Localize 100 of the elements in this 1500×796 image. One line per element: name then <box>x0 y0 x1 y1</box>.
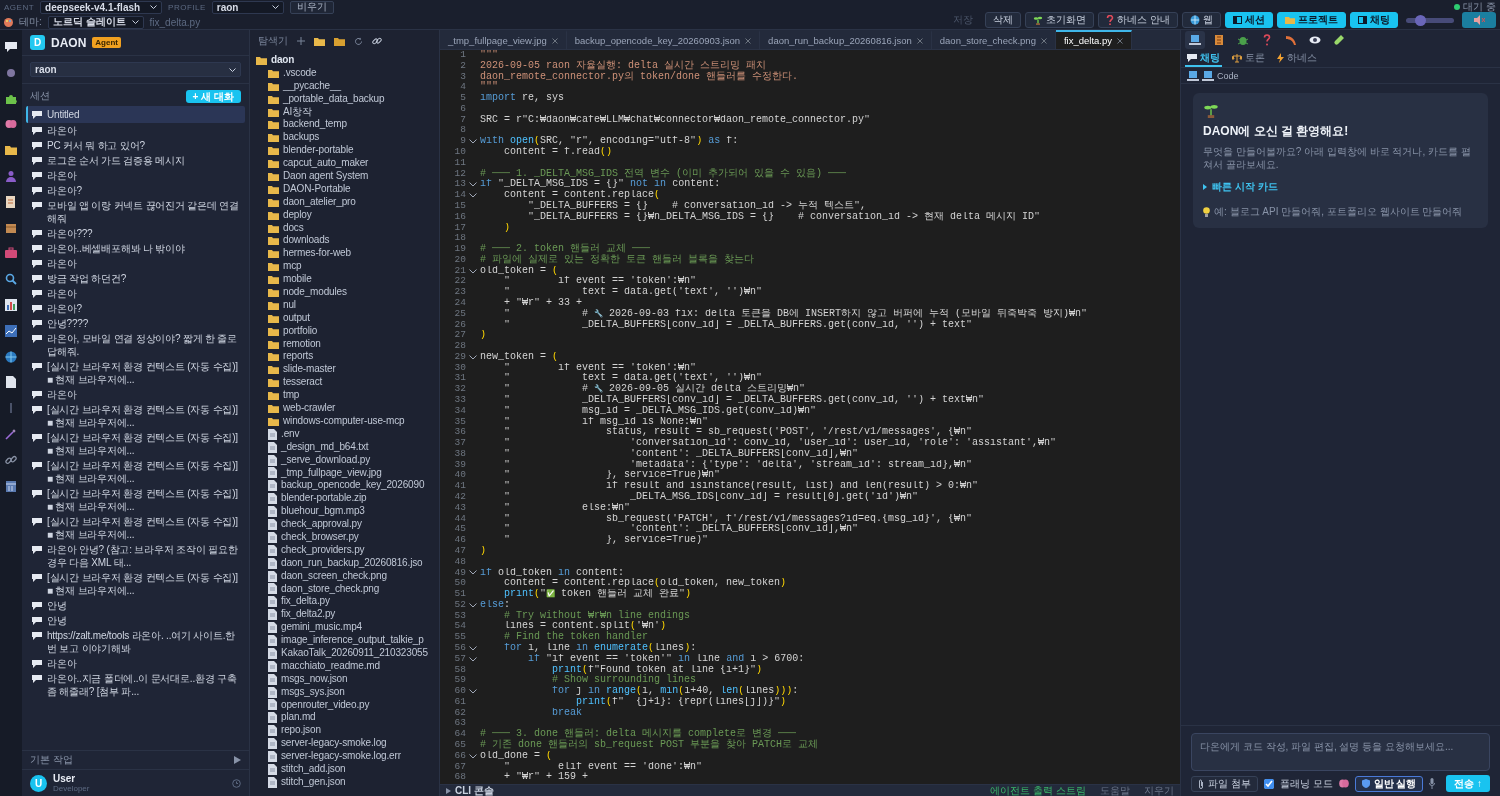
session-item[interactable]: 로그온 순서 가드 검증용 메시지 <box>26 153 245 168</box>
folder-item[interactable]: hermes-for-web <box>268 247 439 261</box>
file-tab[interactable]: daon_run_backup_20260816.json <box>760 30 932 49</box>
file-tab[interactable]: backup_opencode_key_20260903.json <box>566 30 761 49</box>
tool-tab[interactable] <box>1185 31 1205 49</box>
session-item[interactable]: PC 커서 뭐 하고 있어? <box>26 138 245 153</box>
close-icon[interactable] <box>1040 37 1047 44</box>
session-item[interactable]: 라온아..지금 폴더에..이 문서대로..환경 구축 좀 해줄래? [첨부 파... <box>26 671 245 699</box>
folder-item[interactable]: capcut_auto_maker <box>268 157 439 170</box>
console-toggle[interactable]: CLI 콘솔 <box>446 783 494 796</box>
folder-item[interactable]: remotion <box>268 337 439 351</box>
folder-item[interactable]: __pycache__ <box>268 79 439 93</box>
folder-item[interactable]: mcp <box>268 260 439 274</box>
file-item[interactable]: server-legacy-smoke.log.err <box>268 750 439 763</box>
close-icon[interactable] <box>916 37 923 44</box>
session-item[interactable]: 라온아 <box>26 256 245 271</box>
session-item[interactable]: 라온아 안녕? (참고: 브라우저 조작이 필요한 경우 다음 XML 태... <box>26 542 245 570</box>
folder-item[interactable]: node_modules <box>268 286 439 299</box>
session-item[interactable]: [실시간 브라우저 환경 컨텍스트 (자동 수집)] ■ 현재 브라우저에... <box>26 570 245 598</box>
clock-icon[interactable] <box>232 778 241 788</box>
file-item[interactable]: check_browser.py <box>268 530 439 544</box>
folder-item[interactable]: docs <box>268 221 439 235</box>
session-item[interactable]: [실시간 브라우저 환경 컨텍스트 (자동 수집)] ■ 현재 브라우저에... <box>26 514 245 542</box>
fold-chevron-icon[interactable] <box>469 193 477 199</box>
microphone-icon[interactable] <box>1429 778 1436 789</box>
fold-chevron-icon[interactable] <box>469 689 477 694</box>
message-input[interactable]: 다온에게 코드 작성, 파일 편집, 설명 등을 요청해보세요... <box>1191 733 1490 771</box>
file-item[interactable]: msgs_sys.json <box>268 685 439 699</box>
folder-item[interactable]: slide-master <box>268 363 439 377</box>
bar-chart-icon[interactable] <box>5 298 17 311</box>
brain-icon[interactable] <box>5 118 17 131</box>
file-item[interactable]: stitch_add.json <box>268 763 439 776</box>
folder-item[interactable]: portfolio <box>268 324 439 338</box>
fold-chevron-icon[interactable] <box>469 570 477 576</box>
file-item[interactable]: image_inference_output_talkie_p <box>268 634 439 647</box>
toolbar-button[interactable]: 초기화면 <box>1025 12 1095 28</box>
session-item[interactable]: [실시간 브라우저 환경 컨텍스트 (자동 수집)] ■ 현재 브라우저에... <box>26 359 245 387</box>
plus-icon[interactable] <box>297 37 305 45</box>
refresh-icon[interactable] <box>354 36 363 46</box>
file-item[interactable]: check_providers.py <box>268 543 439 557</box>
file-item[interactable]: bluehour_bgm.mp3 <box>268 505 439 519</box>
fold-chevron-icon[interactable] <box>469 182 477 188</box>
session-item[interactable]: 라온아 <box>26 123 245 138</box>
session-item[interactable]: 라온아? <box>26 301 245 316</box>
panel-tab[interactable]: 하네스 <box>1275 50 1319 67</box>
chat-icon[interactable] <box>5 41 17 53</box>
file-item[interactable]: _design_md_b64.txt <box>268 440 439 454</box>
file-item[interactable]: backup_opencode_key_2026090 <box>268 479 439 493</box>
play-icon[interactable] <box>234 756 241 764</box>
file-item[interactable]: blender-portable.zip <box>268 492 439 506</box>
session-item[interactable]: 안녕???? <box>26 316 245 331</box>
toolbar-button[interactable]: 프로젝트 <box>1277 12 1346 28</box>
folder-icon[interactable] <box>5 144 17 157</box>
folder-item[interactable]: daon_atelier_pro <box>268 195 439 209</box>
folder-icon[interactable] <box>334 36 345 46</box>
file-item[interactable]: gemini_music.mp4 <box>268 621 439 635</box>
session-item[interactable]: 라온아 <box>26 656 245 671</box>
session-item[interactable]: 안녕 <box>26 598 245 613</box>
package-icon[interactable] <box>5 221 17 234</box>
fold-chevron-icon[interactable] <box>469 354 477 360</box>
session-item[interactable]: 라온아 <box>26 387 245 402</box>
file-item[interactable]: repo.json <box>268 724 439 738</box>
slider-thumb[interactable] <box>1415 14 1427 26</box>
fold-chevron-icon[interactable] <box>469 753 477 759</box>
session-item[interactable]: 라온아 <box>26 168 245 183</box>
folder-item[interactable]: deploy <box>268 208 439 222</box>
calendar-icon[interactable] <box>5 479 17 492</box>
file-item[interactable]: daon_run_backup_20260816.jso <box>268 556 439 570</box>
profile-select[interactable]: raon <box>211 0 284 14</box>
session-item[interactable]: 라온아 <box>26 286 245 301</box>
theme-select[interactable]: 노르딕 슬레이트 <box>47 15 144 29</box>
file-item[interactable]: daon_store_check.png <box>268 582 439 596</box>
fold-chevron-icon[interactable] <box>469 645 477 651</box>
folder-item[interactable]: windows-computer-use-mcp <box>268 414 439 428</box>
search-icon[interactable] <box>5 273 17 286</box>
document-icon[interactable] <box>5 195 17 208</box>
folder-item[interactable]: backups <box>268 131 439 145</box>
session-item[interactable]: 안녕 <box>26 613 245 628</box>
folder-item[interactable]: .vscode <box>268 66 439 80</box>
globe-icon[interactable] <box>5 350 17 363</box>
fold-chevron-icon[interactable] <box>469 139 477 145</box>
briefcase-icon[interactable] <box>5 247 17 260</box>
folder-item[interactable]: Daon agent System <box>268 170 439 183</box>
session-item[interactable]: 라온아..베셀배포해봐 나 밖이야 <box>26 241 245 256</box>
folder-item[interactable]: blender-portable <box>268 144 439 158</box>
session-item[interactable]: 모바일 앱 이랑 커넥트 끊어진거 같은데 연결 해줘 <box>26 198 245 226</box>
folder-item[interactable]: _portable_data_backup <box>268 92 439 106</box>
folder-item[interactable]: backend_temp <box>268 118 439 132</box>
session-item[interactable]: [실시간 브라우저 환경 컨텍스트 (자동 수집)] ■ 현재 브라우저에... <box>26 402 245 430</box>
profile-select[interactable]: raon <box>30 62 241 77</box>
clear-button[interactable]: 비우기 <box>289 0 334 14</box>
folder-item[interactable]: output <box>268 311 439 325</box>
folder-item[interactable]: mobile <box>268 273 439 287</box>
session-item[interactable]: [실시간 브라우저 환경 컨텍스트 (자동 수집)] ■ 현재 브라우저에... <box>26 430 245 458</box>
panel-tab[interactable]: 토론 <box>1230 50 1267 67</box>
file-item[interactable]: _tmp_fullpage_view.jpg <box>268 466 439 480</box>
close-icon[interactable] <box>551 37 558 44</box>
toolbar-button[interactable]: 하네스 안내 <box>1098 12 1178 28</box>
orb-icon[interactable] <box>5 66 17 79</box>
wand-icon[interactable] <box>5 427 17 440</box>
